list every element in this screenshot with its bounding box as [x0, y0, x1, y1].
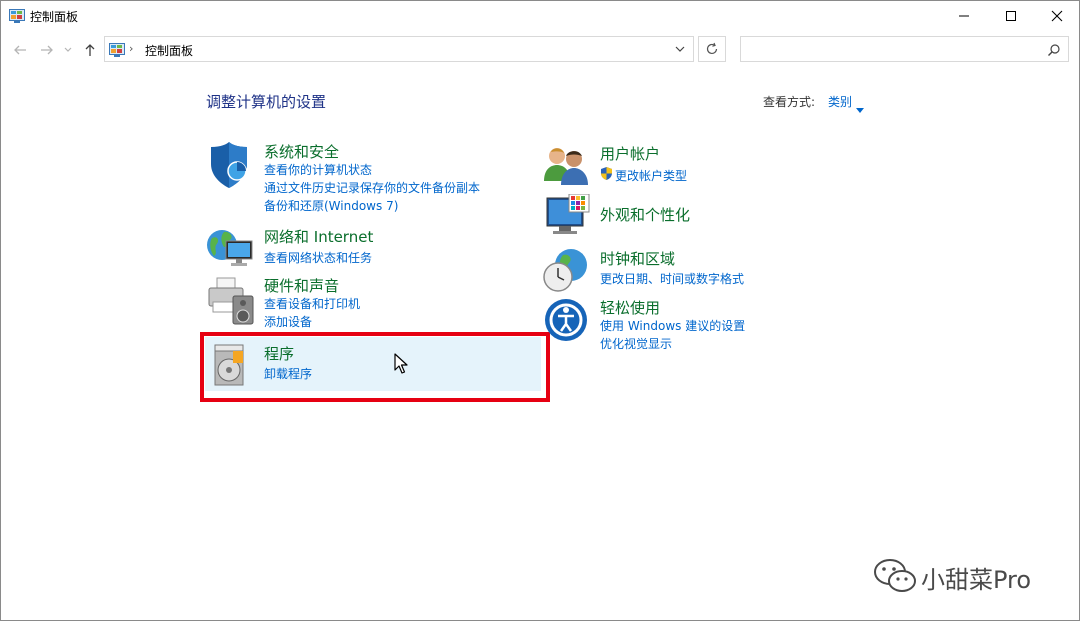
maximize-button[interactable]	[988, 1, 1034, 31]
link-optimize-visual-display[interactable]: 优化视觉显示	[600, 335, 672, 352]
minimize-icon	[959, 15, 969, 17]
shield-icon[interactable]	[207, 142, 251, 192]
forward-button[interactable]	[38, 41, 56, 59]
uac-shield-icon	[600, 167, 613, 183]
view-by-dropdown[interactable]: 类别	[828, 93, 852, 110]
control-panel-icon	[109, 42, 125, 61]
caret-down-icon[interactable]	[856, 98, 864, 117]
search-icon[interactable]	[1047, 42, 1061, 61]
chevron-right-icon[interactable]: ›	[129, 42, 133, 55]
category-title-user-accounts[interactable]: 用户帐户	[600, 143, 660, 164]
page-title: 调整计算机的设置	[206, 93, 327, 111]
back-button[interactable]	[11, 41, 29, 59]
refresh-button[interactable]	[698, 36, 726, 62]
view-by-label: 查看方式:	[763, 95, 816, 109]
up-button[interactable]	[81, 41, 99, 59]
highlight-box	[200, 332, 550, 402]
minimize-button[interactable]	[941, 1, 987, 31]
search-box[interactable]	[740, 36, 1069, 62]
back-arrow-icon	[14, 45, 26, 55]
close-icon	[1051, 10, 1063, 22]
recent-locations-button[interactable]	[62, 41, 74, 59]
link-devices-printers[interactable]: 查看设备和打印机	[264, 295, 360, 312]
category-title-system-security[interactable]: 系统和安全	[264, 141, 339, 162]
link-network-status-tasks[interactable]: 查看网络状态和任务	[264, 249, 372, 266]
network-globe-icon[interactable]	[206, 223, 254, 273]
link-windows-recommended-settings[interactable]: 使用 Windows 建议的设置	[600, 317, 745, 334]
breadcrumb[interactable]: 控制面板	[145, 42, 193, 59]
up-arrow-icon	[85, 44, 95, 56]
wechat-icon	[873, 558, 917, 598]
link-add-device[interactable]: 添加设备	[264, 313, 312, 330]
maximize-icon	[1006, 11, 1016, 21]
mouse-cursor-icon	[394, 353, 408, 379]
control-panel-window: 控制面板 › 控制面板 调整计算机的设置 查看方式: 类别 系统和安全 查看你的…	[0, 0, 1080, 621]
navigation-bar: › 控制面板	[1, 33, 1079, 67]
search-input[interactable]	[745, 40, 1039, 60]
category-title-appearance[interactable]: 外观和个性化	[600, 204, 690, 225]
forward-arrow-icon	[41, 45, 53, 55]
window-title: 控制面板	[30, 10, 79, 24]
category-title-ease-of-access[interactable]: 轻松使用	[600, 297, 660, 318]
link-view-computer-status[interactable]: 查看你的计算机状态	[264, 161, 372, 178]
chevron-down-icon	[675, 46, 685, 52]
watermark-text: 小甜菜Pro	[921, 566, 1032, 594]
address-dropdown-button[interactable]	[673, 41, 687, 61]
title-bar: 控制面板	[1, 1, 1079, 31]
clock-globe-icon[interactable]	[543, 247, 589, 297]
control-panel-icon	[9, 8, 25, 27]
category-title-clock-region[interactable]: 时钟和区域	[600, 248, 675, 269]
close-button[interactable]	[1034, 1, 1080, 31]
link-file-history-backup[interactable]: 通过文件历史记录保存你的文件备份副本	[264, 179, 480, 196]
printer-speaker-icon[interactable]	[205, 276, 255, 330]
link-change-date-time-format[interactable]: 更改日期、时间或数字格式	[600, 270, 744, 287]
category-title-hardware-sound[interactable]: 硬件和声音	[264, 275, 339, 296]
link-change-account-type[interactable]: 更改帐户类型	[615, 167, 687, 184]
chevron-down-icon	[64, 47, 72, 52]
refresh-icon	[706, 42, 718, 55]
address-bar[interactable]: › 控制面板	[104, 36, 694, 62]
category-title-network-internet[interactable]: 网络和 Internet	[264, 226, 373, 247]
monitor-palette-icon[interactable]	[545, 193, 591, 242]
users-icon[interactable]	[544, 145, 588, 189]
link-backup-restore[interactable]: 备份和还原(Windows 7)	[264, 197, 398, 214]
ease-of-access-icon[interactable]	[544, 298, 588, 346]
